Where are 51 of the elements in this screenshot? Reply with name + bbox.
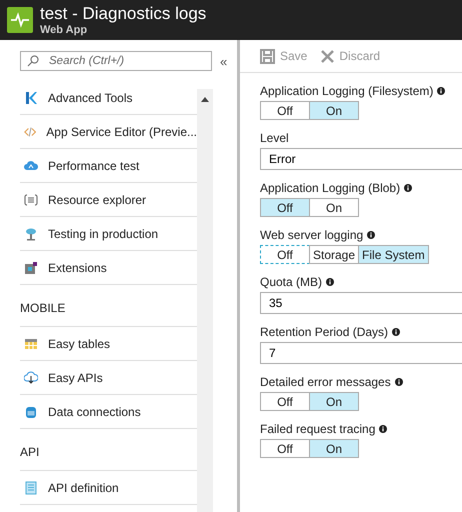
document-icon xyxy=(24,480,38,494)
text-field[interactable]: 7 xyxy=(260,342,462,364)
field-label: Level xyxy=(260,131,289,145)
toggle-option[interactable]: On xyxy=(309,439,359,458)
info-icon xyxy=(437,87,446,95)
sidebar-item[interactable]: Advanced Tools xyxy=(20,81,197,115)
table-icon xyxy=(24,336,38,350)
field-label: Web server logging xyxy=(260,228,364,242)
toggle-option[interactable]: Storage xyxy=(309,245,360,264)
field-label: Failed request tracing xyxy=(260,422,376,436)
field-label: Detailed error messages xyxy=(260,375,391,389)
field-label: Retention Period (Days) xyxy=(260,325,388,339)
k-logo-icon xyxy=(24,90,38,104)
scrollbar[interactable] xyxy=(197,89,213,512)
cloud-download-icon xyxy=(24,370,38,384)
toggle-option[interactable]: Off xyxy=(260,101,310,120)
pulse-icon xyxy=(7,7,33,33)
info-icon xyxy=(367,231,376,239)
database-icon xyxy=(24,404,38,418)
save-icon xyxy=(260,48,275,64)
toggle-option[interactable]: Off xyxy=(260,439,310,458)
toggle-option[interactable]: On xyxy=(309,198,359,217)
toggle-option[interactable]: Off xyxy=(260,198,310,217)
page-title: test - Diagnostics logs xyxy=(40,4,206,22)
scroll-up-icon[interactable] xyxy=(201,97,209,102)
info-icon xyxy=(326,278,334,286)
text-field[interactable]: 35 xyxy=(260,292,462,314)
info-icon xyxy=(394,378,403,386)
cloud-icon xyxy=(24,158,38,172)
close-icon xyxy=(321,50,334,62)
field-label: Application Logging (Blob) xyxy=(260,181,400,195)
toggle-option[interactable]: File System xyxy=(358,245,429,264)
page-subtitle: Web App xyxy=(40,24,88,36)
code-icon xyxy=(24,124,36,138)
info-icon xyxy=(379,425,388,433)
search-field[interactable]: Search (Ctrl+/) xyxy=(20,51,212,71)
puzzle-square-icon xyxy=(24,260,38,274)
toggle-option[interactable]: On xyxy=(309,392,359,411)
toggle-option[interactable]: Off xyxy=(260,392,310,411)
sidebar-item[interactable]: API definition xyxy=(20,471,197,505)
toggle-option[interactable]: Off xyxy=(260,245,310,264)
text-field[interactable]: Error xyxy=(260,148,462,170)
sidebar-item[interactable]: Data connections xyxy=(20,395,197,429)
collapse-button[interactable]: « xyxy=(220,54,228,68)
search-icon xyxy=(27,55,39,67)
info-icon xyxy=(404,184,412,192)
info-icon xyxy=(392,328,400,336)
field-label: Application Logging (Filesystem) xyxy=(260,84,434,98)
list-icon xyxy=(24,192,38,206)
toggle-option[interactable]: On xyxy=(309,101,359,120)
field-label: Quota (MB) xyxy=(260,275,322,289)
